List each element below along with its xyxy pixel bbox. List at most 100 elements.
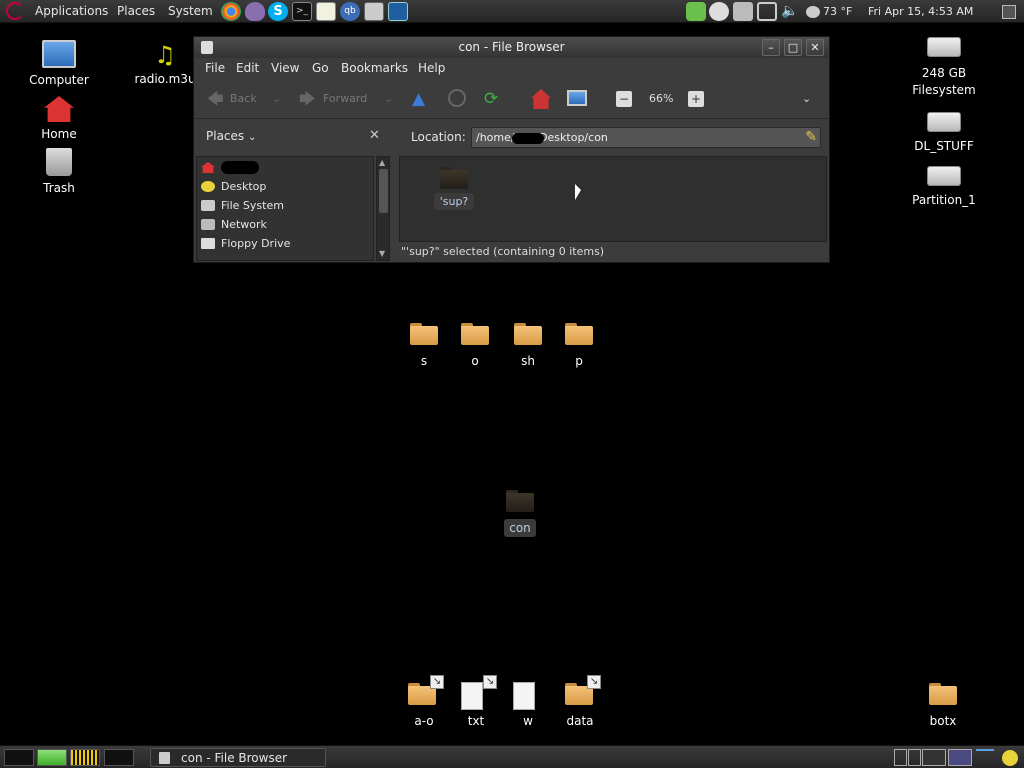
computer-desktop-icon[interactable]: Computer: [26, 40, 92, 87]
forward-button[interactable]: Forward: [323, 89, 367, 109]
folder-o[interactable]: o: [455, 323, 495, 371]
weather-icon[interactable]: [806, 6, 820, 18]
window-menu-icon[interactable]: [201, 41, 213, 54]
redacted-mark: [512, 133, 544, 144]
folder-s[interactable]: s: [404, 323, 444, 371]
search-icon[interactable]: [757, 2, 777, 21]
home-icon[interactable]: [531, 89, 551, 109]
workspace-switcher-3[interactable]: [922, 749, 946, 766]
computer-icon[interactable]: [567, 90, 587, 106]
system-menu[interactable]: System: [168, 0, 213, 23]
scroll-up-icon[interactable]: ▲: [379, 158, 385, 167]
folder-botx[interactable]: botx: [923, 683, 963, 731]
menu-file[interactable]: File: [205, 58, 225, 79]
minimize-button[interactable]: –: [762, 39, 780, 56]
terminal-launcher-icon[interactable]: >_: [292, 2, 312, 21]
close-button[interactable]: ✕: [806, 39, 824, 56]
place-filesystem-label: File System: [221, 199, 284, 212]
back-arrow-icon: 🡄: [207, 89, 224, 108]
chrome-launcher-icon[interactable]: [221, 2, 241, 21]
audio-device-icon[interactable]: [733, 2, 753, 21]
forward-history-chevron-icon[interactable]: ⌄: [384, 89, 393, 109]
scroll-thumb[interactable]: [379, 169, 388, 213]
weather-temperature[interactable]: 73 °F: [823, 0, 852, 23]
workspace-switcher-4[interactable]: [948, 749, 972, 766]
toolbar: 🡄 Back ⌄ 🡆 Forward ⌄ ▲ ⟳ − 66% + ⌄: [194, 79, 829, 119]
zoom-in-icon[interactable]: +: [688, 91, 704, 107]
location-input[interactable]: /home/ Desktop/con ✎: [471, 127, 821, 148]
menu-view[interactable]: View: [271, 58, 299, 79]
maximize-button[interactable]: □: [784, 39, 802, 56]
drive-icon: [201, 200, 215, 211]
qbittorrent-launcher-icon[interactable]: qb: [340, 2, 360, 21]
menu-go[interactable]: Go: [312, 58, 329, 79]
show-desktop-icon[interactable]: [1002, 5, 1016, 19]
close-sidebar-icon[interactable]: ✕: [369, 128, 380, 143]
sidebar-scrollbar[interactable]: ▲ ▼: [376, 156, 390, 261]
menu-edit[interactable]: Edit: [236, 58, 259, 79]
sup-folder-label: 'sup?: [434, 193, 474, 210]
menu-help[interactable]: Help: [418, 58, 445, 79]
clock[interactable]: Fri Apr 15, 4:53 AM: [868, 0, 973, 23]
sup-folder-item[interactable]: 'sup?: [434, 163, 474, 213]
volume-icon[interactable]: 🔈: [781, 2, 801, 21]
zoom-out-icon[interactable]: −: [616, 91, 632, 107]
folder-link-data[interactable]: ↘ data: [560, 675, 601, 731]
trash-desktop-icon[interactable]: Trash: [26, 148, 92, 195]
file-view[interactable]: 'sup?: [399, 156, 827, 242]
filesystem-drive-icon[interactable]: 248 GB Filesystem: [900, 37, 988, 99]
scroll-down-icon[interactable]: ▼: [379, 249, 385, 258]
back-history-chevron-icon[interactable]: ⌄: [272, 89, 281, 109]
workspace-switcher-2[interactable]: [908, 749, 921, 766]
chevron-down-icon: ⌄: [247, 132, 257, 143]
desktop-icon: [201, 181, 215, 192]
folder-link-a-o[interactable]: ↘ a-o: [404, 675, 444, 731]
taskbar-file-browser[interactable]: con - File Browser: [150, 748, 326, 767]
trash-icon: [46, 148, 72, 176]
places-dropdown[interactable]: Places ⌄: [206, 129, 256, 143]
workspace-switcher-5[interactable]: [976, 749, 994, 766]
partition-label: Partition_1: [912, 193, 976, 207]
folder-con-label: con: [504, 519, 536, 537]
window-titlebar[interactable]: con - File Browser – □ ✕: [194, 37, 829, 58]
cpu-monitor-icon[interactable]: [4, 749, 34, 766]
update-notifier-icon[interactable]: [709, 2, 729, 21]
partition-drive-icon[interactable]: Partition_1: [900, 166, 988, 207]
debian-logo-icon[interactable]: [6, 2, 24, 20]
folder-icon: [929, 683, 957, 705]
place-network-label: Network: [221, 218, 267, 231]
folder-sh[interactable]: sh: [508, 323, 548, 371]
clear-location-icon[interactable]: ✎: [805, 129, 817, 145]
folder-con[interactable]: con: [500, 490, 540, 540]
file-link-txt[interactable]: ↘ txt: [456, 675, 497, 731]
notification-icon[interactable]: [1002, 750, 1018, 766]
text-file-icon: [513, 682, 535, 710]
memory-monitor-icon[interactable]: [37, 749, 67, 766]
workspace-switcher-1[interactable]: [894, 749, 907, 766]
home-desktop-icon[interactable]: Home: [26, 96, 92, 141]
back-button[interactable]: Back: [230, 89, 257, 109]
stop-icon[interactable]: [448, 89, 466, 107]
skype-launcher-icon[interactable]: S: [268, 2, 288, 21]
pidgin-launcher-icon[interactable]: [245, 2, 265, 21]
place-desktop-label: Desktop: [221, 180, 267, 193]
places-menu[interactable]: Places: [117, 0, 155, 23]
dl-stuff-drive-icon[interactable]: DL_STUFF: [900, 112, 988, 153]
network-monitor-icon[interactable]: [70, 749, 100, 766]
toolbar-overflow-chevron-icon[interactable]: ⌄: [802, 89, 811, 109]
file-w[interactable]: w: [508, 675, 548, 731]
wireshark-launcher-icon[interactable]: [388, 2, 408, 21]
file-browser-window: con - File Browser – □ ✕ File Edit View …: [193, 36, 830, 263]
symlink-arrow-icon: ↘: [430, 675, 444, 689]
menu-bookmarks[interactable]: Bookmarks: [341, 58, 408, 79]
home-label: Home: [41, 127, 77, 141]
audio-launcher-icon[interactable]: [364, 2, 384, 21]
reload-icon[interactable]: ⟳: [484, 89, 504, 109]
load-monitor-icon[interactable]: [104, 749, 134, 766]
radio-file-desktop-icon[interactable]: ♫ radio.m3u: [130, 42, 200, 86]
up-arrow-icon[interactable]: ▲: [412, 89, 432, 109]
folder-p[interactable]: p: [559, 323, 599, 371]
text-editor-launcher-icon[interactable]: [316, 2, 336, 21]
applications-menu[interactable]: Applications: [35, 0, 108, 23]
network-status-icon[interactable]: [686, 2, 706, 21]
